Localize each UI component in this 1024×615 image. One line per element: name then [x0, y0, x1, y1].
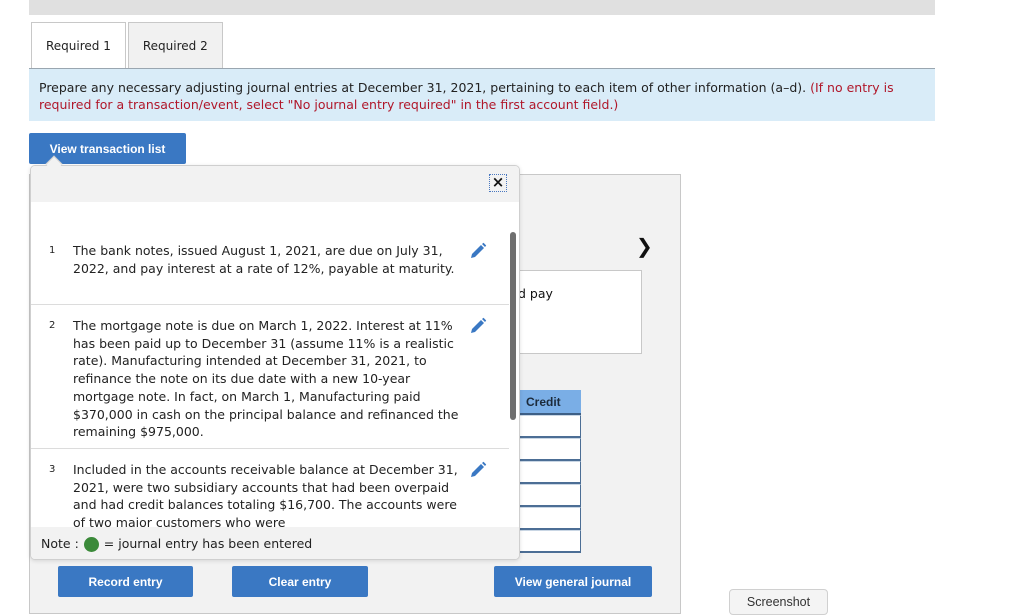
credit-input[interactable]: [519, 530, 581, 553]
item-number: 2: [49, 320, 56, 331]
note-text: = journal entry has been entered: [103, 536, 313, 551]
credit-input[interactable]: [519, 507, 581, 530]
pencil-icon[interactable]: [469, 317, 487, 340]
chevron-right-icon[interactable]: ❯: [636, 234, 653, 258]
record-entry-button[interactable]: Record entry: [58, 566, 193, 597]
credit-input[interactable]: [519, 461, 581, 484]
tab-required-1[interactable]: Required 1: [31, 22, 126, 69]
item-number: 1: [49, 245, 56, 256]
top-bar: [29, 0, 935, 15]
list-item: 1 The bank notes, issued August 1, 2021,…: [31, 202, 509, 305]
description-text: d pay: [518, 286, 553, 301]
tab-required-2[interactable]: Required 2: [127, 22, 223, 69]
clear-entry-button[interactable]: Clear entry: [232, 566, 368, 597]
credit-input[interactable]: [519, 438, 581, 461]
note-label: Note :: [41, 536, 79, 551]
view-general-journal-button[interactable]: View general journal: [494, 566, 652, 597]
transaction-list: 1 The bank notes, issued August 1, 2021,…: [31, 202, 509, 527]
item-text: Included in the accounts receivable bala…: [73, 462, 458, 527]
transaction-description-box: d pay: [500, 270, 642, 354]
credit-input[interactable]: [519, 484, 581, 507]
list-item: 2 The mortgage note is due on March 1, 2…: [31, 305, 509, 449]
popover-header: ×: [31, 166, 519, 202]
credit-column: Credit: [519, 390, 581, 553]
credit-header: Credit: [519, 390, 581, 415]
requirement-tabs: Required 1 Required 2: [31, 22, 223, 69]
instructions-text: Prepare any necessary adjusting journal …: [39, 80, 807, 95]
item-text: The mortgage note is due on March 1, 202…: [73, 318, 459, 440]
item-number: 3: [49, 464, 56, 475]
screenshot-button[interactable]: Screenshot: [729, 589, 828, 615]
entered-indicator-icon: [83, 537, 99, 552]
transaction-list-popover: × 1 The bank notes, issued August 1, 202…: [30, 165, 520, 560]
legend-note: Note : = journal entry has been entered: [31, 527, 519, 559]
instructions-banner: Prepare any necessary adjusting journal …: [29, 68, 935, 121]
item-text: The bank notes, issued August 1, 2021, a…: [73, 243, 455, 276]
list-item: 3 Included in the accounts receivable ba…: [31, 449, 509, 527]
list-scrollbar[interactable]: [510, 232, 516, 420]
pencil-icon[interactable]: [469, 242, 487, 265]
pencil-icon[interactable]: [469, 461, 487, 484]
credit-input[interactable]: [519, 415, 581, 438]
close-icon[interactable]: ×: [489, 174, 507, 192]
